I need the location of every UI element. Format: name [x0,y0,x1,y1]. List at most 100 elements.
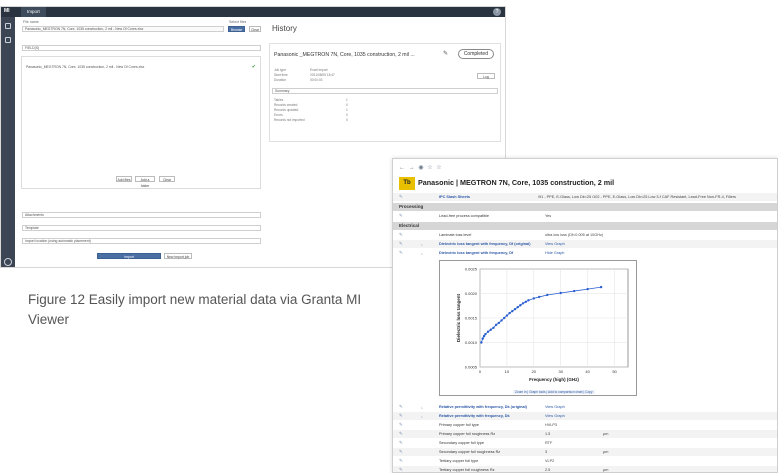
file-list: Panasonic_MEGTRON 7N, Core, 1035 constru… [21,56,261,189]
edit-icon[interactable]: ✎ [399,457,403,465]
data-point [484,332,487,336]
file-label: File name [23,20,39,24]
gear-icon[interactable] [4,258,12,266]
attribute-unit: µm [603,432,609,436]
attribute-name: Tertiary copper foil type [439,459,479,463]
clear-button[interactable]: Clear [249,26,261,32]
data-point [572,289,576,293]
edit-icon[interactable]: ✎ [399,439,403,447]
attribute-value: /91 - PPE, E-Glass, Low Dk<25 /102 - PPE… [538,195,736,199]
data-point [546,293,549,297]
data-point [559,291,562,295]
graph-icon[interactable]: ⌞ [421,240,423,248]
table-row: ✎ Secondary copper foil roughness Rz 3 µm [393,448,777,456]
search-icon[interactable] [5,23,11,29]
select-files-label: Select files [229,20,247,24]
table-row: ✎ ⌞ Dielectric loss tangent with frequen… [393,249,777,257]
data-point [524,300,527,304]
edit-icon[interactable]: ✎ [399,421,403,429]
browse-button[interactable]: Browse [228,26,245,32]
summary-value: 1 [346,98,348,102]
summary-value: 0 [346,103,348,107]
graph-icon[interactable]: ⌞ [421,412,423,420]
x-tick-label: 50 [612,369,617,374]
x-tick-label: 40 [585,369,590,374]
hide-graph-link[interactable]: Hide Graph [545,249,564,257]
help-icon[interactable]: ? [493,8,501,16]
data-point [516,306,519,309]
field-value: 00:00:03 [310,78,323,82]
attribute-name[interactable]: IPC Slash Sheets [439,193,470,201]
table-row: ✎ ⌞ Relative permittivity with frequency, … [393,403,777,411]
edit-icon[interactable]: ✎ [399,466,403,472]
edit-icon[interactable]: ✎ [399,430,403,438]
import-icon[interactable] [5,37,11,43]
edit-icon[interactable]: ✎ [399,212,403,220]
attribute-name[interactable]: Dielectric loss tangent with frequency, … [439,249,513,257]
summary-header[interactable]: Summary [272,88,498,94]
status-badge: Completed [457,49,494,59]
chart-toolbar[interactable]: Zoom in | Graph tools | Add to compariso… [513,390,595,394]
table-row: ✎ Tertiary copper foil roughness Rz 2.5 µm [393,466,777,472]
chart-container: 0.0005 0.0010 0.0015 0.0020 0.0025 0 10 20 30 40 5… [439,260,637,396]
edit-icon[interactable]: ✎ [399,412,403,420]
history-title: History [272,24,297,33]
edit-icon[interactable]: ✎ [399,231,403,239]
import-button[interactable]: Import [97,253,161,259]
view-graph-link[interactable]: View Graph [545,412,565,420]
history-card: Panasonic _MEGTRON 7N, Core, 1035 constr… [269,43,501,142]
view-graph-link[interactable]: View Graph [545,240,565,248]
y-tick-label: 0.0010 [465,340,478,345]
attribute-value: 1.5 [545,432,551,436]
nav-icons[interactable]: ← → ◉ ☆ ☆ [399,164,443,171]
list-clear-button[interactable]: Clear [159,176,175,182]
attribute-name: Primary copper foil type [439,423,479,427]
import-location-note[interactable]: Import location (using automatic placeme… [22,238,261,244]
attribute-name: Secondary copper foil roughness Rz [439,450,501,454]
field-key: Job type [274,68,287,72]
data-point [503,316,506,320]
list-item-label: Panasonic_MEGTRON 7N, Core, 1035 constru… [26,65,145,69]
file-name-field[interactable]: Panasonic_MEGTRON 7N, Core, 1035 constru… [22,26,224,32]
tab-import[interactable]: Import [21,7,46,17]
section-electrical: Electrical [393,222,777,230]
log-button[interactable]: Log [477,73,495,79]
data-point [497,321,501,325]
add-files-button[interactable]: Add files [116,176,132,182]
data-point [511,309,514,313]
attachments-option[interactable]: Attachments [22,212,261,218]
x-tick-label: 10 [505,369,510,374]
edit-icon[interactable]: ✎ [443,50,448,57]
view-graph-link[interactable]: View Graph [545,403,565,411]
attribute-unit: µm [603,450,609,454]
edit-icon[interactable]: ✎ [399,193,403,201]
field-value: 2021/08/05 15:47 [310,73,335,77]
viewer-window: ← → ◉ ☆ ☆ Tb Panasonic | MEGTRON 7N, Cor… [392,158,778,473]
attribute-name[interactable]: Dielectric loss tangent with frequency, … [439,240,531,248]
template-option[interactable]: Template [22,225,261,231]
edit-icon[interactable]: ✎ [399,403,403,411]
edit-icon[interactable]: ✎ [399,249,403,257]
x-axis-label: Frequency (high) (GHz) [529,377,579,382]
section-processing: Processing [393,203,777,211]
graph-icon[interactable]: ⌞ [421,249,423,257]
edit-icon[interactable]: ✎ [399,240,403,248]
data-point [481,337,484,340]
y-tick-label: 0.0025 [465,267,478,272]
section-header[interactable]: FIELD(S) [22,45,261,51]
field-key: Start time [274,73,288,77]
summary-value: 0 [346,118,348,122]
app-logo: MI [4,8,10,14]
new-import-job-button[interactable]: New import job [164,253,192,259]
table-row: ✎ Lead-free process compatible Yes [393,212,777,220]
data-point [527,299,530,302]
table-row: ✎ Secondary copper foil type RTF [393,439,777,447]
attribute-name[interactable]: Relative permittivity with frequency, Dk [439,412,510,420]
add-folder-button[interactable]: Add a folder [135,176,155,188]
edit-icon[interactable]: ✎ [399,448,403,456]
graph-icon[interactable]: ⌞ [421,403,423,411]
attribute-name[interactable]: Relative permittivity with frequency, Dk… [439,403,527,411]
data-point [505,314,509,317]
list-item[interactable]: Panasonic_MEGTRON 7N, Core, 1035 constru… [26,63,258,71]
data-point [532,297,536,300]
